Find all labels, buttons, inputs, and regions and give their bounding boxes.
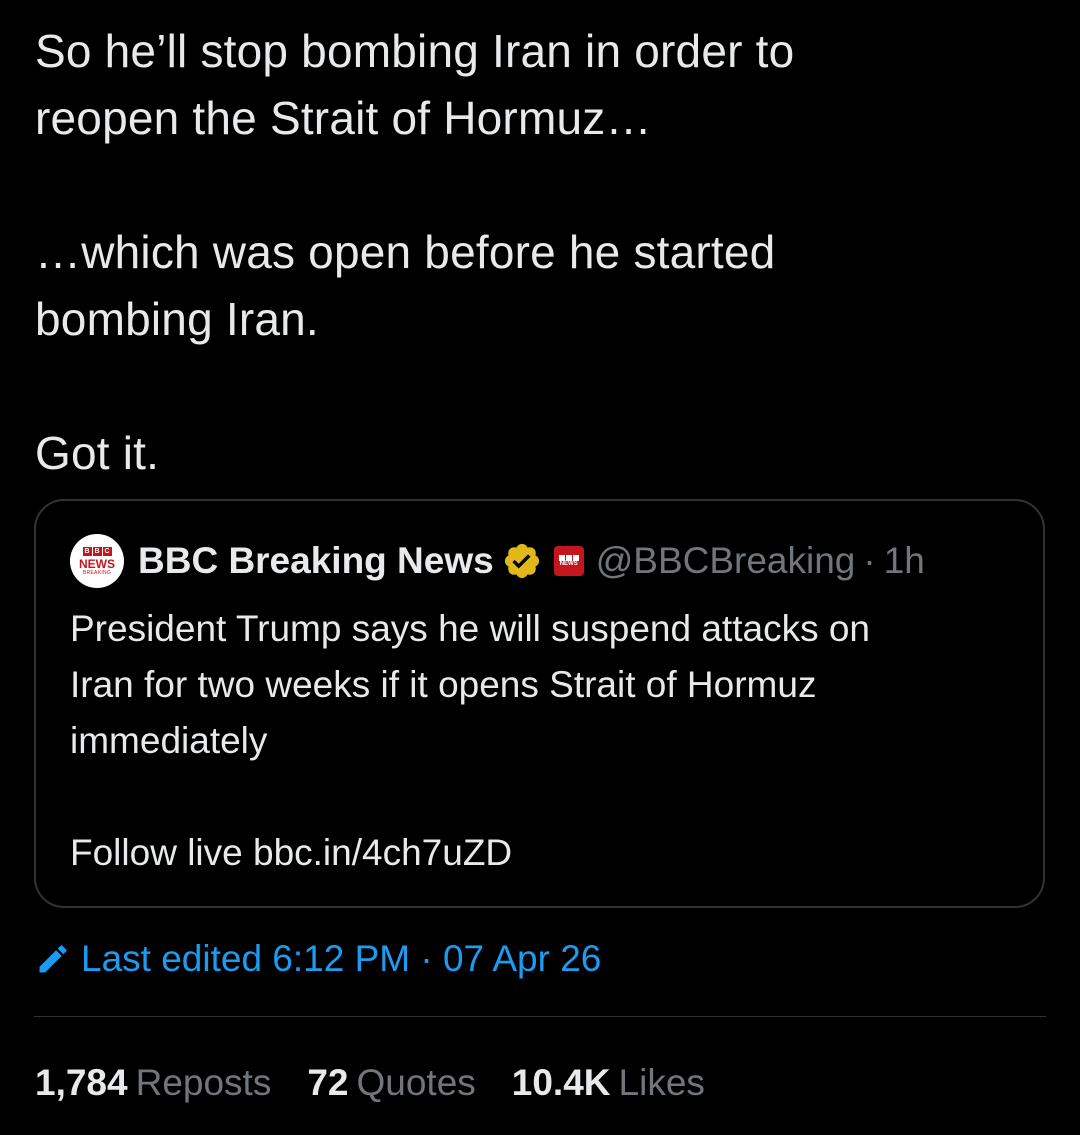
likes-stat[interactable]: 10.4K Likes: [512, 1062, 705, 1104]
engagement-stats: 1,784 Reposts 72 Quotes 10.4K Likes: [35, 1058, 741, 1108]
reposts-label: Reposts: [135, 1062, 272, 1103]
timestamp[interactable]: 1h: [884, 540, 925, 582]
author-name[interactable]: BBC Breaking News: [138, 540, 494, 582]
tweet-line: bombing Iran.: [35, 293, 319, 345]
separator-dot: ·: [863, 540, 876, 581]
edit-history-link[interactable]: Last edited 6:12 PM · 07 Apr 26: [35, 934, 601, 984]
avatar-news-text: NEWS: [79, 556, 115, 571]
tweet-line: reopen the Strait of Hormuz…: [35, 92, 652, 144]
tweet-line: …which was open before he started: [35, 226, 776, 278]
bbc-logo-blocks: B B C: [82, 546, 112, 556]
quotes-count: 72: [307, 1062, 349, 1103]
tweet-text: So he’ll stop bombing Iran in order to r…: [35, 18, 1045, 487]
tweet-line: So he’ll stop bombing Iran in order to: [35, 25, 795, 77]
avatar[interactable]: B B C NEWS BREAKING: [70, 534, 124, 588]
reposts-stat[interactable]: 1,784 Reposts: [35, 1062, 271, 1104]
reposts-count: 1,784: [35, 1062, 128, 1103]
quotes-stat[interactable]: 72 Quotes: [307, 1062, 475, 1104]
affiliate-badge-icon: NEWS: [553, 546, 584, 576]
tweet-line: Got it.: [35, 427, 160, 479]
avatar-breaking-text: BREAKING: [82, 569, 112, 576]
author-handle[interactable]: @BBCBreaking: [596, 540, 856, 582]
quoted-tweet-header: B B C NEWS BREAKING BBC Breaking News NE…: [70, 534, 925, 588]
pencil-icon: [39, 945, 67, 973]
quoted-tweet-card[interactable]: B B C NEWS BREAKING BBC Breaking News NE…: [34, 499, 1045, 908]
divider: [34, 1016, 1046, 1017]
quotes-label: Quotes: [356, 1062, 476, 1103]
quote-line: Iran for two weeks if it opens Strait of…: [70, 664, 817, 705]
likes-label: Likes: [618, 1062, 705, 1103]
quoted-tweet-body: President Trump says he will suspend att…: [70, 601, 1020, 881]
edit-label[interactable]: Last edited 6:12 PM · 07 Apr 26: [81, 938, 601, 980]
verified-badge-icon: [504, 543, 539, 579]
quote-line: Follow live bbc.in/4ch7uZD: [70, 832, 513, 873]
quote-line: President Trump says he will suspend att…: [70, 608, 870, 649]
likes-count: 10.4K: [511, 1062, 611, 1103]
quote-line: immediately: [70, 720, 268, 761]
